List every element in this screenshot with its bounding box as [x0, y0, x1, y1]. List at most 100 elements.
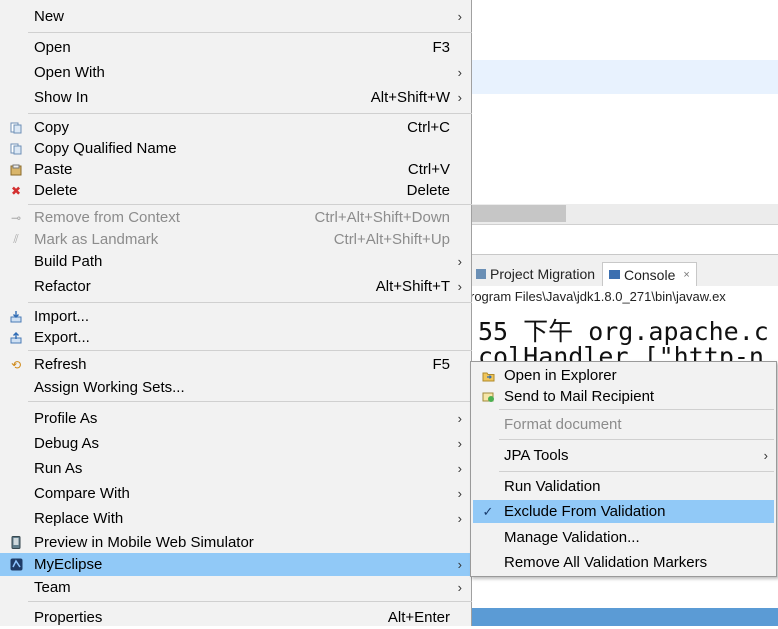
menu-separator — [499, 471, 774, 472]
menu-item-label: Mark as Landmark — [34, 231, 159, 248]
chevron-right-icon: › — [457, 279, 462, 294]
menu-item-label: New — [34, 8, 65, 25]
menu-item-show-in[interactable]: Show In Alt+Shift+W › — [0, 86, 470, 109]
chevron-right-icon: › — [457, 65, 462, 80]
submenu-item-label: JPA Tools — [504, 447, 569, 464]
mail-icon — [481, 390, 495, 404]
menu-item-refresh[interactable]: ⟲ Refresh F5 — [0, 353, 470, 376]
menu-item-replace-with[interactable]: Replace With › — [0, 507, 470, 530]
menu-item-preview-mobile-web-simulator[interactable]: Preview in Mobile Web Simulator — [0, 531, 470, 554]
chevron-right-icon: › — [457, 254, 462, 269]
submenu-item-exclude-from-validation[interactable]: ✓ Exclude From Validation — [473, 500, 774, 523]
menu-item-export[interactable]: Export... — [0, 326, 470, 349]
menu-item-open[interactable]: Open F3 — [0, 36, 470, 59]
menu-item-label: Assign Working Sets... — [34, 379, 185, 396]
menu-item-shortcut: Ctrl+Alt+Shift+Down — [314, 209, 450, 226]
menu-item-shortcut: F5 — [432, 356, 450, 373]
chevron-right-icon: › — [457, 511, 462, 526]
submenu-item-jpa-tools[interactable]: JPA Tools › — [471, 444, 776, 467]
menu-item-label: Open With — [34, 64, 105, 81]
submenu-item-label: Open in Explorer — [504, 367, 617, 384]
migration-icon — [476, 269, 486, 279]
menu-item-build-path[interactable]: Build Path › — [0, 250, 470, 273]
submenu-item-format-document[interactable]: Format document — [471, 413, 776, 436]
menu-item-run-as[interactable]: Run As › — [0, 457, 470, 480]
tab-project-migration[interactable]: Project Migration — [470, 262, 601, 286]
chevron-right-icon: › — [457, 9, 462, 24]
menu-item-shortcut: Alt+Shift+T — [375, 278, 450, 295]
chevron-right-icon: › — [457, 411, 462, 426]
menu-separator — [28, 302, 472, 303]
submenu-item-label: Run Validation — [504, 478, 601, 495]
menu-item-import[interactable]: Import... — [0, 305, 470, 328]
menu-item-label: Preview in Mobile Web Simulator — [34, 534, 254, 551]
menu-item-shortcut: Alt+Shift+W — [370, 89, 450, 106]
scrollbar-thumb[interactable] — [470, 205, 566, 222]
menu-item-label: Delete — [34, 182, 78, 199]
menu-item-myeclipse[interactable]: MyEclipse › — [0, 553, 470, 576]
landmark-icon: ⫽ — [13, 232, 19, 246]
submenu-item-send-to-mail-recipient[interactable]: Send to Mail Recipient — [471, 385, 776, 408]
close-icon[interactable]: × — [683, 269, 689, 281]
submenu-item-label: Format document — [504, 416, 622, 433]
menu-item-label: Copy Qualified Name — [34, 140, 177, 157]
menu-item-shortcut: Ctrl+V — [407, 161, 450, 178]
menu-item-label: Show In — [34, 89, 89, 106]
menu-item-label: Refresh — [34, 356, 87, 373]
menu-item-shortcut: Delete — [406, 182, 450, 199]
import-icon — [9, 310, 23, 324]
tab-console[interactable]: Console × — [602, 262, 697, 286]
menu-item-label: Import... — [34, 308, 90, 325]
myeclipse-icon — [9, 558, 23, 572]
explorer-icon — [481, 369, 495, 383]
menu-item-team[interactable]: Team › — [0, 576, 470, 599]
menu-item-profile-as[interactable]: Profile As › — [0, 407, 470, 430]
menu-item-shortcut: Ctrl+C — [407, 119, 450, 136]
submenu-item-label: Send to Mail Recipient — [504, 388, 655, 405]
console-path: rogram Files\Java\jdk1.8.0_271\bin\javaw… — [470, 286, 778, 309]
menu-separator — [28, 204, 472, 205]
panel-divider — [470, 224, 778, 255]
submenu-item-run-validation[interactable]: Run Validation — [471, 475, 776, 498]
copy-qualified-icon — [9, 142, 23, 156]
submenu-item-label: Manage Validation... — [504, 529, 640, 546]
menu-item-copy[interactable]: Copy Ctrl+C — [0, 116, 470, 139]
menu-item-label: Run As — [34, 460, 83, 477]
menu-item-compare-with[interactable]: Compare With › — [0, 482, 470, 505]
copy-icon — [9, 121, 23, 135]
tab-label: Console — [624, 266, 676, 283]
menu-item-assign-working-sets[interactable]: Assign Working Sets... — [0, 376, 470, 399]
menu-item-shortcut: Alt+Enter — [387, 609, 450, 626]
menu-item-mark-as-landmark[interactable]: ⫽ Mark as Landmark Ctrl+Alt+Shift+Up — [0, 228, 470, 251]
chevron-right-icon: › — [457, 557, 462, 572]
menu-item-shortcut: Ctrl+Alt+Shift+Up — [333, 231, 450, 248]
menu-item-label: Debug As — [34, 435, 100, 452]
menu-item-remove-from-context[interactable]: ⊸ Remove from Context Ctrl+Alt+Shift+Dow… — [0, 206, 470, 229]
editor-lower-area — [470, 132, 778, 204]
menu-item-shortcut: F3 — [432, 39, 450, 56]
console-icon — [609, 270, 620, 279]
submenu-item-remove-all-validation-markers[interactable]: Remove All Validation Markers — [471, 551, 776, 574]
menu-separator — [28, 32, 472, 33]
menu-item-label: Properties — [34, 609, 103, 626]
submenu-item-label: Exclude From Validation — [504, 503, 666, 520]
submenu-item-manage-validation[interactable]: Manage Validation... — [471, 526, 776, 549]
menu-item-paste[interactable]: Paste Ctrl+V — [0, 158, 470, 181]
menu-item-new[interactable]: New › — [0, 5, 470, 28]
menu-item-label: Team — [34, 579, 71, 596]
menu-item-debug-as[interactable]: Debug As › — [0, 432, 470, 455]
paste-icon — [9, 163, 23, 177]
refresh-icon: ⟲ — [10, 357, 22, 372]
submenu-item-open-in-explorer[interactable]: Open in Explorer — [471, 364, 776, 387]
menu-item-label: Build Path — [34, 253, 103, 270]
chevron-right-icon: › — [457, 436, 462, 451]
menu-item-delete[interactable]: ✖ Delete Delete — [0, 179, 470, 202]
menu-item-label: Profile As — [34, 410, 98, 427]
chevron-right-icon: › — [457, 580, 462, 595]
menu-item-label: Copy — [34, 119, 70, 136]
menu-item-refactor[interactable]: Refactor Alt+Shift+T › — [0, 275, 470, 298]
menu-item-open-with[interactable]: Open With › — [0, 61, 470, 84]
menu-item-copy-qualified-name[interactable]: Copy Qualified Name — [0, 137, 470, 160]
chevron-right-icon: › — [457, 90, 462, 105]
chevron-right-icon: › — [763, 448, 768, 463]
